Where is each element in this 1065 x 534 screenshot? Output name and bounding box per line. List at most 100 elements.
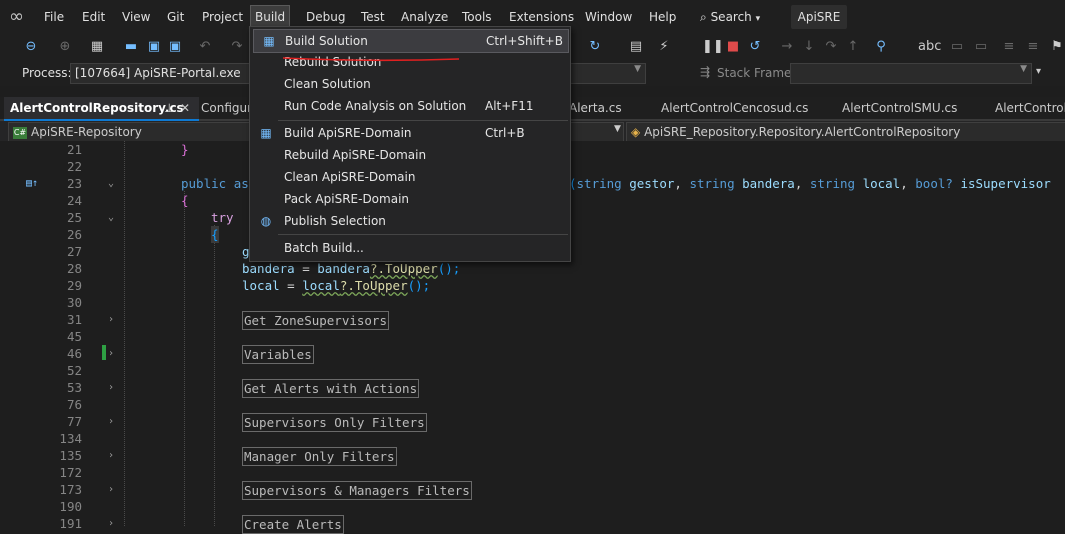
stack-frame-select[interactable]: ▼: [790, 63, 1032, 84]
line-number: 21: [66, 142, 82, 157]
tab-label: AlertControlRepository.cs: [10, 101, 184, 115]
chevron-down-icon: ▼: [614, 124, 621, 134]
show-next-statement-icon[interactable]: →: [778, 38, 796, 56]
tab-alertcontrolt[interactable]: AlertControlT: [989, 97, 1065, 119]
expand-icon[interactable]: ›: [108, 515, 118, 532]
code-punct: =: [294, 261, 318, 276]
code-method: ?.ToUpper: [339, 278, 408, 293]
menu-item-rebuild-solution[interactable]: Rebuild Solution: [251, 51, 569, 73]
line-number: 46: [66, 346, 82, 361]
menu-git[interactable]: Git: [163, 6, 188, 28]
project-name: ApiSRE-Repository: [31, 125, 142, 139]
menu-project[interactable]: Project: [198, 6, 247, 28]
code-type: string: [576, 176, 622, 191]
menu-window[interactable]: Window: [581, 6, 636, 28]
line-number: 52: [66, 363, 82, 378]
visual-studio-logo-icon[interactable]: ∞: [9, 7, 33, 27]
restart-icon[interactable]: ↺: [746, 38, 764, 56]
menu-extensions[interactable]: Extensions: [505, 6, 578, 28]
code-param: isSupervisor: [960, 176, 1051, 191]
code-text: }: [181, 142, 189, 157]
save-icon[interactable]: ▣: [145, 38, 163, 56]
menu-item-shortcut: Ctrl+Shift+B: [486, 34, 563, 48]
search-box[interactable]: ⌕ Search ▾: [700, 6, 760, 28]
code-type: bool?: [915, 176, 953, 191]
outdent-icon[interactable]: ≡: [1024, 38, 1042, 56]
bookmark-icon[interactable]: ⚑: [1048, 38, 1065, 56]
collapse-icon[interactable]: ⌄: [108, 209, 118, 226]
uncomment-icon[interactable]: ▭: [972, 38, 990, 56]
collapse-icon[interactable]: ⌄: [108, 175, 118, 192]
menu-item-clean-solution[interactable]: Clean Solution: [251, 73, 569, 95]
step-over-icon[interactable]: ↷: [822, 38, 840, 56]
redo-icon[interactable]: ↷: [228, 38, 246, 56]
close-icon[interactable]: ✕: [180, 97, 190, 119]
code-variable: local: [242, 278, 280, 293]
process-select[interactable]: [107664] ApiSRE-Portal.exe: [70, 63, 256, 84]
expand-icon[interactable]: ›: [108, 345, 118, 362]
build-icon: ▦: [260, 126, 272, 140]
collapsed-region[interactable]: Create Alerts: [242, 515, 344, 534]
undo-icon[interactable]: ↶: [196, 38, 214, 56]
menu-analyze[interactable]: Analyze: [397, 6, 452, 28]
expand-icon[interactable]: ›: [108, 379, 118, 396]
code-line: 191 › Create Alerts: [0, 515, 1065, 534]
refresh-icon[interactable]: ↻: [586, 38, 604, 56]
filter-icon[interactable]: ⚲: [872, 38, 890, 56]
code-line: 46 › Variables: [0, 345, 1065, 364]
spell-check-icon[interactable]: abc: [918, 38, 941, 56]
indent-icon[interactable]: ≡: [1000, 38, 1018, 56]
expand-icon[interactable]: ›: [108, 447, 118, 464]
overflow-icon[interactable]: ▾: [1036, 66, 1041, 77]
menu-debug[interactable]: Debug: [302, 6, 349, 28]
menu-help[interactable]: Help: [645, 6, 680, 28]
codelens-reference-icon[interactable]: ▤↑: [26, 175, 38, 192]
menu-tools[interactable]: Tools: [458, 6, 496, 28]
new-project-icon[interactable]: ▦: [88, 38, 106, 56]
expand-icon[interactable]: ›: [108, 413, 118, 430]
menu-edit[interactable]: Edit: [78, 6, 109, 28]
code-line: 53 › Get Alerts with Actions: [0, 379, 1065, 398]
type-selector[interactable]: ◈ ApiSRE_Repository.Repository.AlertCont…: [626, 122, 1065, 142]
menu-item-rebuild-domain[interactable]: Rebuild ApiSRE-Domain: [251, 144, 569, 166]
tab-alertcontrolcencosud[interactable]: AlertControlCencosud.cs: [655, 97, 837, 119]
menu-item-label: Clean ApiSRE-Domain: [284, 170, 416, 184]
save-all-icon[interactable]: ▣: [166, 38, 184, 56]
tab-alertcontrolrepository[interactable]: AlertControlRepository.cs ⊥ ✕: [4, 97, 199, 121]
solution-name-badge[interactable]: ApiSRE: [791, 5, 847, 29]
class-icon: ◈: [631, 125, 641, 139]
menu-item-batch-build[interactable]: Batch Build...: [251, 237, 569, 259]
forward-icon[interactable]: ⊕: [56, 38, 74, 56]
expand-icon[interactable]: ›: [108, 481, 118, 498]
stack-frame-icon: ⇶: [700, 65, 711, 79]
code-punct: ();: [437, 261, 461, 276]
step-into-icon[interactable]: ↓: [800, 38, 818, 56]
comment-icon[interactable]: ▭: [948, 38, 966, 56]
menu-item-build-domain[interactable]: ▦ Build ApiSRE-Domain Ctrl+B: [251, 122, 569, 144]
expand-icon[interactable]: ›: [108, 311, 118, 328]
process-select-dropdown[interactable]: ▼: [570, 63, 646, 84]
pin-icon[interactable]: ⊥: [164, 97, 174, 119]
menu-item-clean-domain[interactable]: Clean ApiSRE-Domain: [251, 166, 569, 188]
menu-item-pack-domain[interactable]: Pack ApiSRE-Domain: [251, 188, 569, 210]
tab-alertcontrolsmu[interactable]: AlertControlSMU.cs: [836, 97, 988, 119]
code-line: 45: [0, 328, 1065, 345]
chevron-down-icon: ▼: [634, 64, 641, 74]
menu-test[interactable]: Test: [357, 6, 389, 28]
open-folder-icon[interactable]: ▬: [122, 38, 140, 56]
code-variable: bandera: [242, 261, 295, 276]
menu-item-run-code-analysis[interactable]: Run Code Analysis on Solution Alt+F11: [251, 95, 569, 117]
menu-item-build-solution[interactable]: ▦ Build Solution Ctrl+Shift+B: [253, 29, 569, 53]
code-line: 190: [0, 498, 1065, 515]
hot-reload-icon[interactable]: ⚡: [655, 38, 673, 56]
stack-frame-label: Stack Frame:: [717, 66, 796, 80]
pause-icon[interactable]: ❚❚: [702, 38, 724, 56]
back-icon[interactable]: ⊖: [22, 38, 40, 56]
solution-explorer-icon[interactable]: ▤: [627, 38, 645, 56]
menu-file[interactable]: File: [40, 6, 68, 28]
stop-icon[interactable]: ■: [724, 38, 742, 56]
step-out-icon[interactable]: ↑: [844, 38, 862, 56]
menu-item-publish-selection[interactable]: ◍ Publish Selection: [251, 210, 569, 232]
menu-view[interactable]: View: [118, 6, 154, 28]
tab-alerta[interactable]: Alerta.cs: [563, 97, 655, 119]
